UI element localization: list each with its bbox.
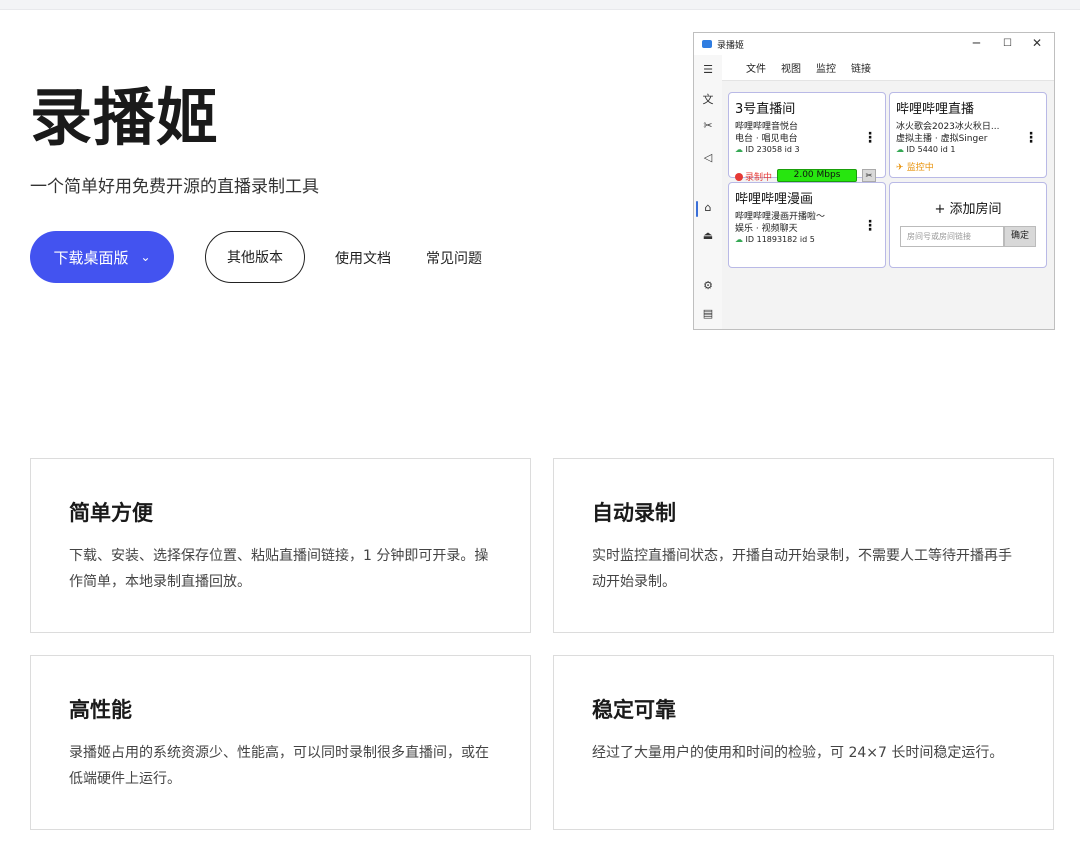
room-name: 哔哩哔哩漫画 [735, 192, 814, 207]
other-versions-button[interactable]: 其他版本 [205, 231, 305, 283]
room-category: 娱乐 · 视频聊天 [735, 224, 798, 234]
feature-card-easy: 简单方便 下载、安装、选择保存位置、粘贴直播间链接，1 分钟即可开录。操作简单，… [30, 458, 531, 633]
room-name: 哔哩哔哩直播 [896, 102, 975, 117]
add-room-title: + 添加房间 [934, 202, 1002, 217]
feature-description: 经过了大量用户的使用和时间的检验，可 24×7 长时间稳定运行。 [592, 745, 1004, 761]
monitoring-label: 监控中 [906, 163, 934, 173]
feature-card-stable: 稳定可靠 经过了大量用户的使用和时间的检验，可 24×7 长时间稳定运行。 [553, 655, 1054, 830]
feature-title: 稳定可靠 [592, 698, 676, 722]
log-icon[interactable]: ▤ [694, 307, 722, 320]
room-card[interactable]: 哔哩哔哩直播 冰火歌会2023冰火秋日... 虚拟主播 · 虚拟Singer ☁… [889, 92, 1047, 178]
window-menubar: 文件 视图 监控 链接 [722, 55, 1054, 81]
feature-card-performance: 高性能 录播姬占用的系统资源少、性能高，可以同时录制很多直播间，或在低端硬件上运… [30, 655, 531, 830]
room-meta: ☁ ID 5440 id 1 [896, 145, 955, 154]
home-icon[interactable]: ⌂ [694, 201, 722, 214]
monitor-icon: ✈ [896, 163, 904, 173]
room-id-text: ID 11893182 id 5 [745, 235, 815, 244]
feature-title: 简单方便 [69, 501, 153, 525]
close-icon[interactable]: ✕ [1032, 36, 1042, 50]
confirm-add-button[interactable]: 确定 [1004, 226, 1036, 247]
translate-icon[interactable]: 文 [694, 91, 722, 107]
tools-icon[interactable]: ✂ [694, 119, 722, 132]
record-icon [735, 172, 743, 181]
cloud-icon: ☁ [735, 235, 743, 244]
monitoring-status: ✈ 监控中 [896, 160, 934, 173]
download-desktop-label: 下载桌面版 [53, 248, 129, 267]
room-category: 电台 · 唱见电台 [735, 134, 798, 144]
cloud-icon: ☁ [896, 145, 904, 154]
hamburger-menu-icon[interactable]: ☰ [694, 63, 722, 76]
announcement-icon[interactable]: ◁ [694, 151, 722, 164]
feature-description: 下载、安装、选择保存位置、粘贴直播间链接，1 分钟即可开录。操作简单，本地录制直… [69, 548, 489, 590]
room-meta: ☁ ID 11893182 id 5 [735, 235, 815, 244]
room-id-input[interactable]: 房间号或房间链接 [900, 226, 1004, 247]
window-title: 录播姬 [717, 40, 745, 51]
menu-view[interactable]: 视图 [781, 60, 801, 75]
room-id-text: ID 23058 id 3 [745, 145, 800, 154]
docs-link[interactable]: 使用文档 [335, 248, 391, 268]
page-title: 录播姬 [30, 81, 220, 154]
bitrate-indicator: 2.00 Mbps [777, 169, 857, 182]
feature-title: 高性能 [69, 698, 132, 722]
add-room-card: + 添加房间 房间号或房间链接 确定 [889, 182, 1047, 268]
room-name: 3号直播间 [735, 102, 796, 117]
room-meta: ☁ ID 23058 id 3 [735, 145, 800, 154]
maximize-icon[interactable]: ☐ [1003, 38, 1012, 49]
room-category: 虚拟主播 · 虚拟Singer [896, 134, 988, 144]
cut-icon[interactable]: ✂ [862, 169, 876, 182]
settings-icon[interactable]: ⚙ [694, 279, 722, 292]
room-grid: 3号直播间 哔哩哔哩音悦台 电台 · 唱见电台 ☁ ID 23058 id 3 … [722, 81, 1054, 329]
page-subtitle: 一个简单好用免费开源的直播录制工具 [30, 177, 319, 197]
room-id-text: ID 5440 id 1 [906, 145, 956, 154]
more-options-icon[interactable]: ⋮ [863, 219, 877, 233]
top-bar [0, 0, 1080, 10]
storage-icon[interactable]: ⏏ [694, 229, 722, 242]
feature-card-auto-record: 自动录制 实时监控直播间状态，开播自动开始录制，不需要人工等待开播再手动开始录制… [553, 458, 1054, 633]
app-icon [702, 40, 712, 48]
menu-file[interactable]: 文件 [746, 60, 766, 75]
feature-description: 录播姬占用的系统资源少、性能高，可以同时录制很多直播间，或在低端硬件上运行。 [69, 745, 489, 787]
more-options-icon[interactable]: ⋮ [863, 131, 877, 145]
menu-link[interactable]: 链接 [851, 60, 871, 75]
more-options-icon[interactable]: ⋮ [1024, 131, 1038, 145]
app-window-preview: 录播姬 ─ ☐ ✕ ☰ 文 ✂ ◁ ⌂ ⏏ ⚙ ▤ ⓘ 文件 视图 监控 链接 … [693, 32, 1055, 330]
menu-monitor[interactable]: 监控 [816, 60, 836, 75]
feature-description: 实时监控直播间状态，开播自动开始录制，不需要人工等待开播再手动开始录制。 [592, 548, 1012, 590]
window-titlebar: 录播姬 ─ ☐ ✕ [694, 33, 1054, 55]
room-card[interactable]: 3号直播间 哔哩哔哩音悦台 电台 · 唱见电台 ☁ ID 23058 id 3 … [728, 92, 886, 183]
cloud-icon: ☁ [735, 145, 743, 154]
faq-link[interactable]: 常见问题 [426, 248, 482, 268]
feature-title: 自动录制 [592, 501, 676, 525]
window-sidebar: ☰ 文 ✂ ◁ ⌂ ⏏ ⚙ ▤ ⓘ [694, 55, 722, 329]
download-desktop-button[interactable]: 下载桌面版 ⌄ [30, 231, 174, 283]
room-card[interactable]: 哔哩哔哩漫画 哔哩哔哩漫画开播啦～ 娱乐 · 视频聊天 ☁ ID 1189318… [728, 182, 886, 268]
chevron-down-icon: ⌄ [140, 250, 151, 264]
minimize-icon[interactable]: ─ [973, 36, 980, 50]
